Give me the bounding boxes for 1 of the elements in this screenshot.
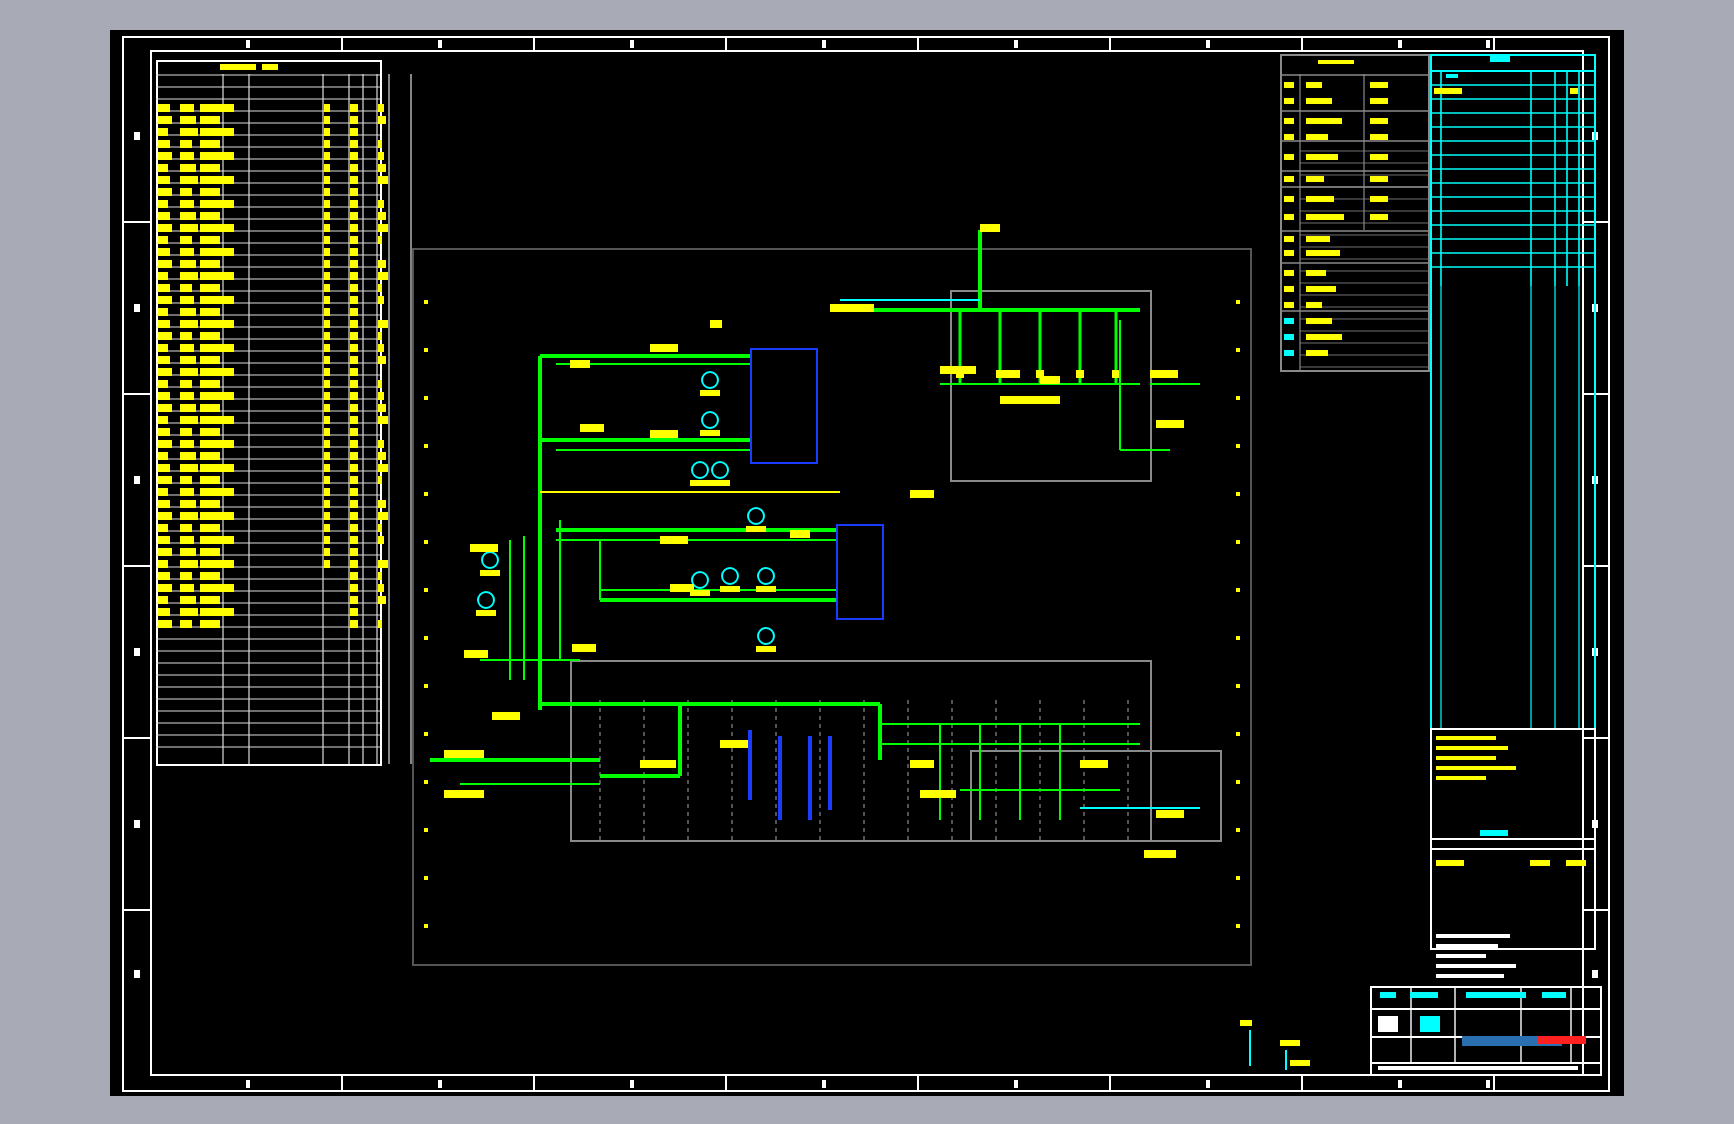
tag-leader-drawing xyxy=(1240,1020,1310,1071)
